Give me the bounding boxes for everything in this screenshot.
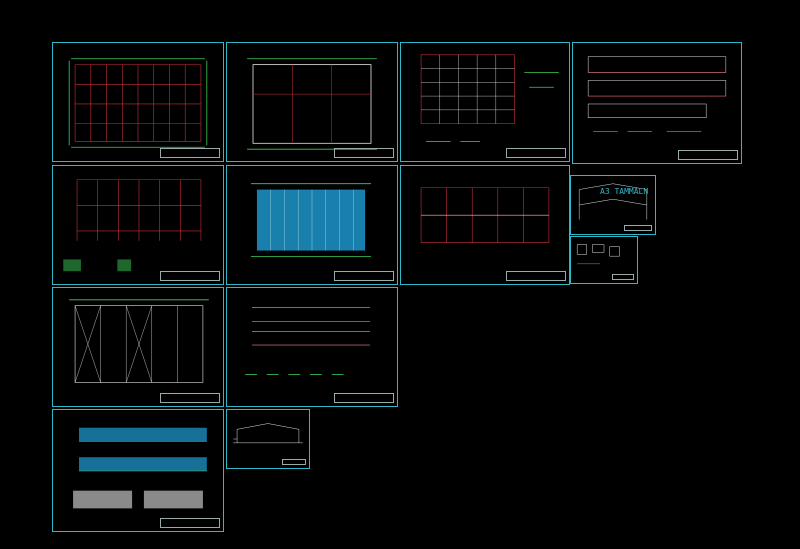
title-block	[160, 271, 220, 281]
drawing-sheet-3[interactable]	[400, 42, 570, 162]
drawing-sheet-6[interactable]	[226, 165, 398, 285]
drawing-sheet-8[interactable]	[570, 175, 656, 235]
title-block	[624, 225, 652, 231]
title-block	[334, 148, 394, 158]
drawing-sheet-13[interactable]	[226, 409, 310, 469]
drawing-sheet-2[interactable]	[226, 42, 398, 162]
elevation-drawing	[587, 56, 727, 132]
plan-drawing	[69, 299, 209, 383]
building-elevations-drawing	[73, 427, 207, 509]
plan-drawing	[247, 58, 377, 150]
plan-drawing	[420, 187, 550, 243]
title-block	[334, 271, 394, 281]
title-block	[612, 274, 634, 280]
drawing-sheet-11[interactable]	[226, 287, 398, 407]
roof-plan-drawing	[251, 183, 371, 257]
truss-sections-drawing	[245, 307, 371, 375]
drawing-sheet-4[interactable]	[572, 42, 742, 164]
layout-tag-label: A3 TAMMALN	[600, 187, 649, 196]
title-block	[334, 393, 394, 403]
drawing-sheet-5[interactable]	[52, 165, 224, 285]
cad-viewport[interactable]: A3 TAMMALN	[30, 22, 800, 542]
drawing-sheet-1[interactable]	[52, 42, 224, 162]
title-block	[506, 271, 566, 281]
title-block	[160, 518, 220, 528]
drawing-sheet-10[interactable]	[52, 287, 224, 407]
title-block	[678, 150, 738, 160]
plan-drawing	[420, 54, 559, 142]
plan-drawing	[63, 179, 202, 272]
drawing-sheet-12[interactable]	[52, 409, 224, 532]
title-block	[282, 459, 306, 465]
plan-drawing	[68, 58, 208, 148]
title-block	[506, 148, 566, 158]
drawing-sheet-7[interactable]	[400, 165, 570, 285]
title-block	[160, 148, 220, 158]
title-block	[160, 393, 220, 403]
drawing-sheet-9[interactable]	[570, 236, 638, 284]
